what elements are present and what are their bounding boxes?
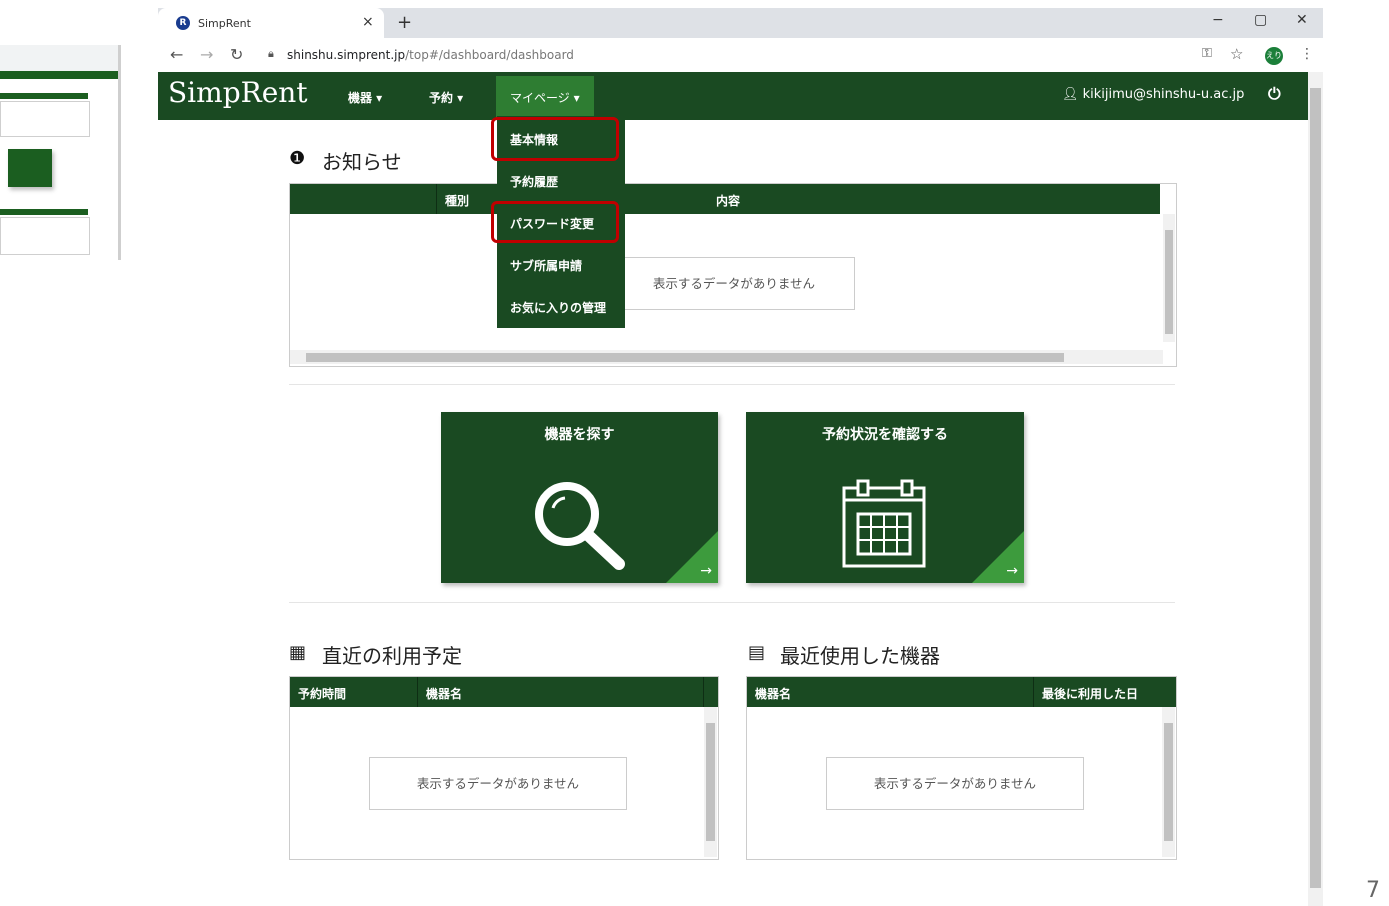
upcoming-table: 予約時間 機器名 表示するデータがありません [289,676,719,860]
notices-empty: 表示するデータがありません [613,257,855,310]
recent-table: 機器名 最後に利用した日 表示するデータがありません [746,676,1177,860]
arrow-right-icon: → [700,563,712,579]
restore-button[interactable]: ▢ [1254,12,1267,28]
recent-header: 機器名 最後に利用した日 [747,677,1176,707]
recent-title: 最近使用した機器 [780,644,940,668]
tile-title: 予約状況を確認する [822,427,948,443]
divider [289,384,1175,385]
notices-table: 種別 内容 表示するデータがありません [289,183,1177,367]
col-reserve-time: 予約時間 [298,687,347,701]
upcoming-empty: 表示するデータがありません [369,757,627,810]
forward-icon[interactable]: → [200,45,213,64]
col-type: 種別 [445,194,470,208]
highlight-password [491,201,619,243]
menu-item-history[interactable]: 予約履歴 [510,173,558,190]
new-tab-button[interactable]: + [397,12,412,33]
check-reservations-tile[interactable]: 予約状況を確認する → [746,412,1024,583]
info-icon: ❶ [289,148,306,169]
upcoming-title: 直近の利用予定 [322,644,462,668]
close-window-button[interactable]: ✕ [1296,12,1308,28]
lock-icon: 🔒︎ [268,47,274,60]
url-host: shinshu.simprent.jp [287,48,406,62]
profile-avatar[interactable]: えり [1265,47,1283,65]
recent-vscroll[interactable] [1162,707,1175,857]
tab-close-icon[interactable]: × [362,14,374,30]
url-bar[interactable]: shinshu.simprent.jp/top#/dashboard/dashb… [287,48,574,62]
user-email: kikijimu@shinshu-u.ac.jp [1082,87,1245,102]
divider [289,602,1175,603]
upcoming-header: 予約時間 機器名 [290,677,718,707]
notices-vscroll[interactable] [1163,214,1175,342]
menu-icon[interactable]: ⋮ [1300,46,1314,62]
upcoming-vscroll[interactable] [704,707,717,857]
reload-icon[interactable]: ↻ [230,45,243,64]
highlight-basic-info [491,117,619,161]
app-logo[interactable]: SimpRent [168,76,308,109]
notices-header: 種別 内容 [290,184,1160,214]
list-icon: ▤ [748,642,766,663]
calendar-small-icon: ▦ [289,642,307,663]
col-last-used: 最後に利用した日 [1042,687,1139,701]
star-icon[interactable]: ☆ [1230,45,1243,63]
browser-tab[interactable] [158,8,384,40]
col-equipment-name: 機器名 [426,687,463,701]
calendar-icon [842,479,926,568]
nav-reservation[interactable]: 予約 ▾ [429,89,463,106]
col-content: 内容 [716,194,741,208]
search-icon [535,482,625,570]
menu-item-sub-affiliation[interactable]: サブ所属申請 [510,257,582,274]
thumbnail-preview [0,45,125,260]
simprent-favicon-icon: R [176,16,190,30]
page-number: 7 [1366,878,1380,903]
page-scrollbar[interactable] [1308,72,1323,906]
user-icon: 👤︎ [1062,87,1083,102]
back-icon[interactable]: ← [170,45,183,64]
menu-item-favorites[interactable]: お気に入りの管理 [510,299,606,316]
tab-title: SimpRent [198,17,251,30]
nav-mypage[interactable]: マイページ ▾ [510,89,580,106]
key-icon[interactable]: ⚿ [1202,46,1212,61]
recent-empty: 表示するデータがありません [826,757,1084,810]
url-path: /top#/dashboard/dashboard [405,48,574,62]
notices-hscroll[interactable] [290,350,1163,364]
nav-equipment[interactable]: 機器 ▾ [348,89,382,106]
col-equipment-name: 機器名 [755,687,792,701]
find-equipment-tile[interactable]: 機器を探す → [441,412,718,583]
minimize-button[interactable]: − [1212,12,1224,28]
logout-icon[interactable]: ⏻ [1268,84,1281,104]
tile-title: 機器を探す [544,427,615,443]
notices-title: お知らせ [322,150,402,174]
arrow-right-icon: → [1006,563,1018,579]
user-menu[interactable]: 👤︎ kikijimu@shinshu-u.ac.jp [1062,87,1244,102]
